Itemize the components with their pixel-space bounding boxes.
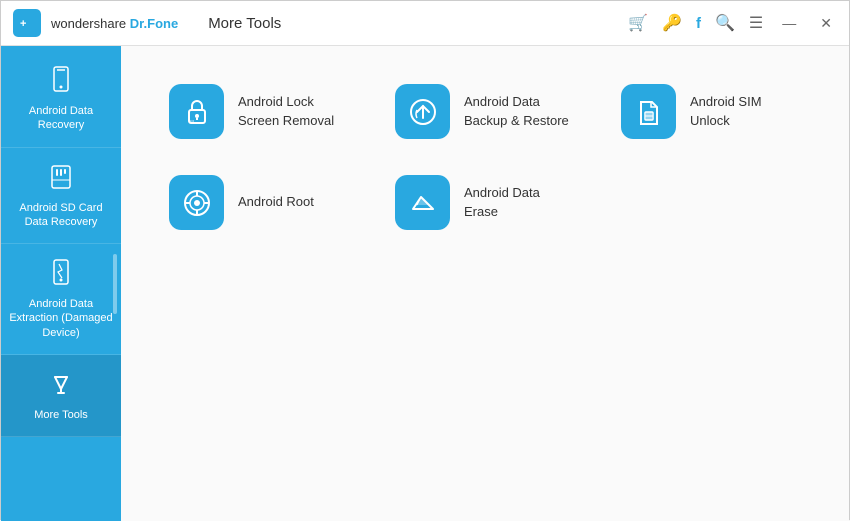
content-area: ••• Android Lock Screen Removal Android …	[121, 46, 849, 521]
tool-card-android-root-label: Android Root	[238, 193, 314, 211]
svg-text:•••: •••	[190, 118, 195, 123]
cart-icon[interactable]: 🛒	[628, 13, 648, 33]
svg-text:+: +	[20, 18, 26, 30]
sidebar: Android Data Recovery Android SD Card Da…	[1, 46, 121, 521]
title-bar-right: 🛒 🔑 f 🔍 ☰ — ✕	[628, 13, 837, 34]
sidebar-item-android-data-recovery[interactable]: Android Data Recovery	[1, 51, 121, 148]
tool-card-lock-screen-removal[interactable]: ••• Android Lock Screen Removal	[161, 76, 357, 147]
sidebar-item-android-sd-card-label: Android SD Card Data Recovery	[9, 201, 113, 230]
tool-card-data-backup-restore-label: Android Data Backup & Restore	[464, 93, 575, 129]
sim-icon	[621, 84, 676, 139]
sidebar-item-android-data-extraction[interactable]: Android Data Extraction (Damaged Device)	[1, 244, 121, 355]
sidebar-item-android-sd-card[interactable]: Android SD Card Data Recovery	[1, 148, 121, 245]
key-icon[interactable]: 🔑	[662, 13, 682, 33]
tool-card-sim-unlock[interactable]: Android SIM Unlock	[613, 76, 809, 147]
sidebar-item-android-data-extraction-label: Android Data Extraction (Damaged Device)	[9, 297, 113, 340]
facebook-icon[interactable]: f	[696, 15, 701, 32]
title-bar-left: + wondershare Dr.Fone More Tools	[13, 9, 281, 37]
sidebar-item-android-data-recovery-label: Android Data Recovery	[9, 104, 113, 133]
tools-icon	[47, 369, 75, 402]
backup-icon	[395, 84, 450, 139]
erase-icon	[395, 175, 450, 230]
tool-card-data-erase[interactable]: Android Data Erase	[387, 167, 583, 238]
app-logo: +	[13, 9, 41, 37]
tool-card-data-backup-restore[interactable]: Android Data Backup & Restore	[387, 76, 583, 147]
phone-icon	[47, 65, 75, 98]
tool-card-android-root[interactable]: Android Root	[161, 167, 357, 238]
menu-icon[interactable]: ☰	[749, 13, 763, 33]
minimize-button[interactable]: —	[777, 13, 801, 33]
sidebar-item-more-tools-label: More Tools	[34, 408, 88, 422]
search-icon[interactable]: 🔍	[715, 13, 735, 33]
tool-card-data-erase-label: Android Data Erase	[464, 184, 575, 220]
cracked-phone-icon	[47, 258, 75, 291]
sidebar-item-more-tools[interactable]: More Tools	[1, 355, 121, 437]
tool-card-sim-unlock-label: Android SIM Unlock	[690, 93, 801, 129]
sdcard-icon	[47, 162, 75, 195]
app-name: wondershare Dr.Fone	[51, 16, 178, 31]
main-layout: Android Data Recovery Android SD Card Da…	[1, 46, 849, 521]
title-bar: + wondershare Dr.Fone More Tools 🛒 🔑 f 🔍…	[1, 1, 849, 46]
close-button[interactable]: ✕	[815, 13, 837, 34]
lock-screen-icon: •••	[169, 84, 224, 139]
sidebar-scrollbar	[113, 254, 117, 314]
tool-card-lock-screen-removal-label: Android Lock Screen Removal	[238, 93, 349, 129]
root-icon	[169, 175, 224, 230]
tool-grid: ••• Android Lock Screen Removal Android …	[161, 76, 809, 238]
page-title: More Tools	[208, 15, 281, 32]
